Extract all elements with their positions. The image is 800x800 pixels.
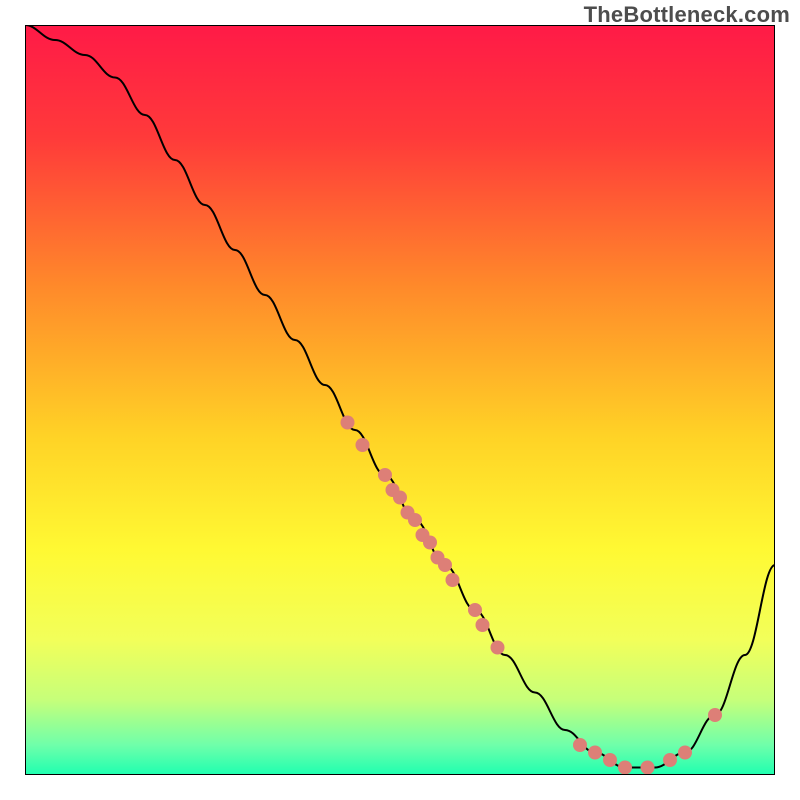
data-point [588,746,602,760]
gradient-background [25,25,775,775]
data-point [468,603,482,617]
chart-svg [25,25,775,775]
chart-container: TheBottleneck.com [0,0,800,800]
data-point [476,618,490,632]
data-point [423,536,437,550]
data-point [446,573,460,587]
data-point [378,468,392,482]
data-point [618,761,632,775]
data-point [708,708,722,722]
data-point [341,416,355,430]
data-point [573,738,587,752]
data-point [356,438,370,452]
data-point [438,558,452,572]
data-point [663,753,677,767]
data-point [603,753,617,767]
data-point [641,761,655,775]
data-point [393,491,407,505]
watermark-text: TheBottleneck.com [584,2,790,28]
data-point [491,641,505,655]
data-point [678,746,692,760]
plot-area [25,25,775,775]
data-point [408,513,422,527]
